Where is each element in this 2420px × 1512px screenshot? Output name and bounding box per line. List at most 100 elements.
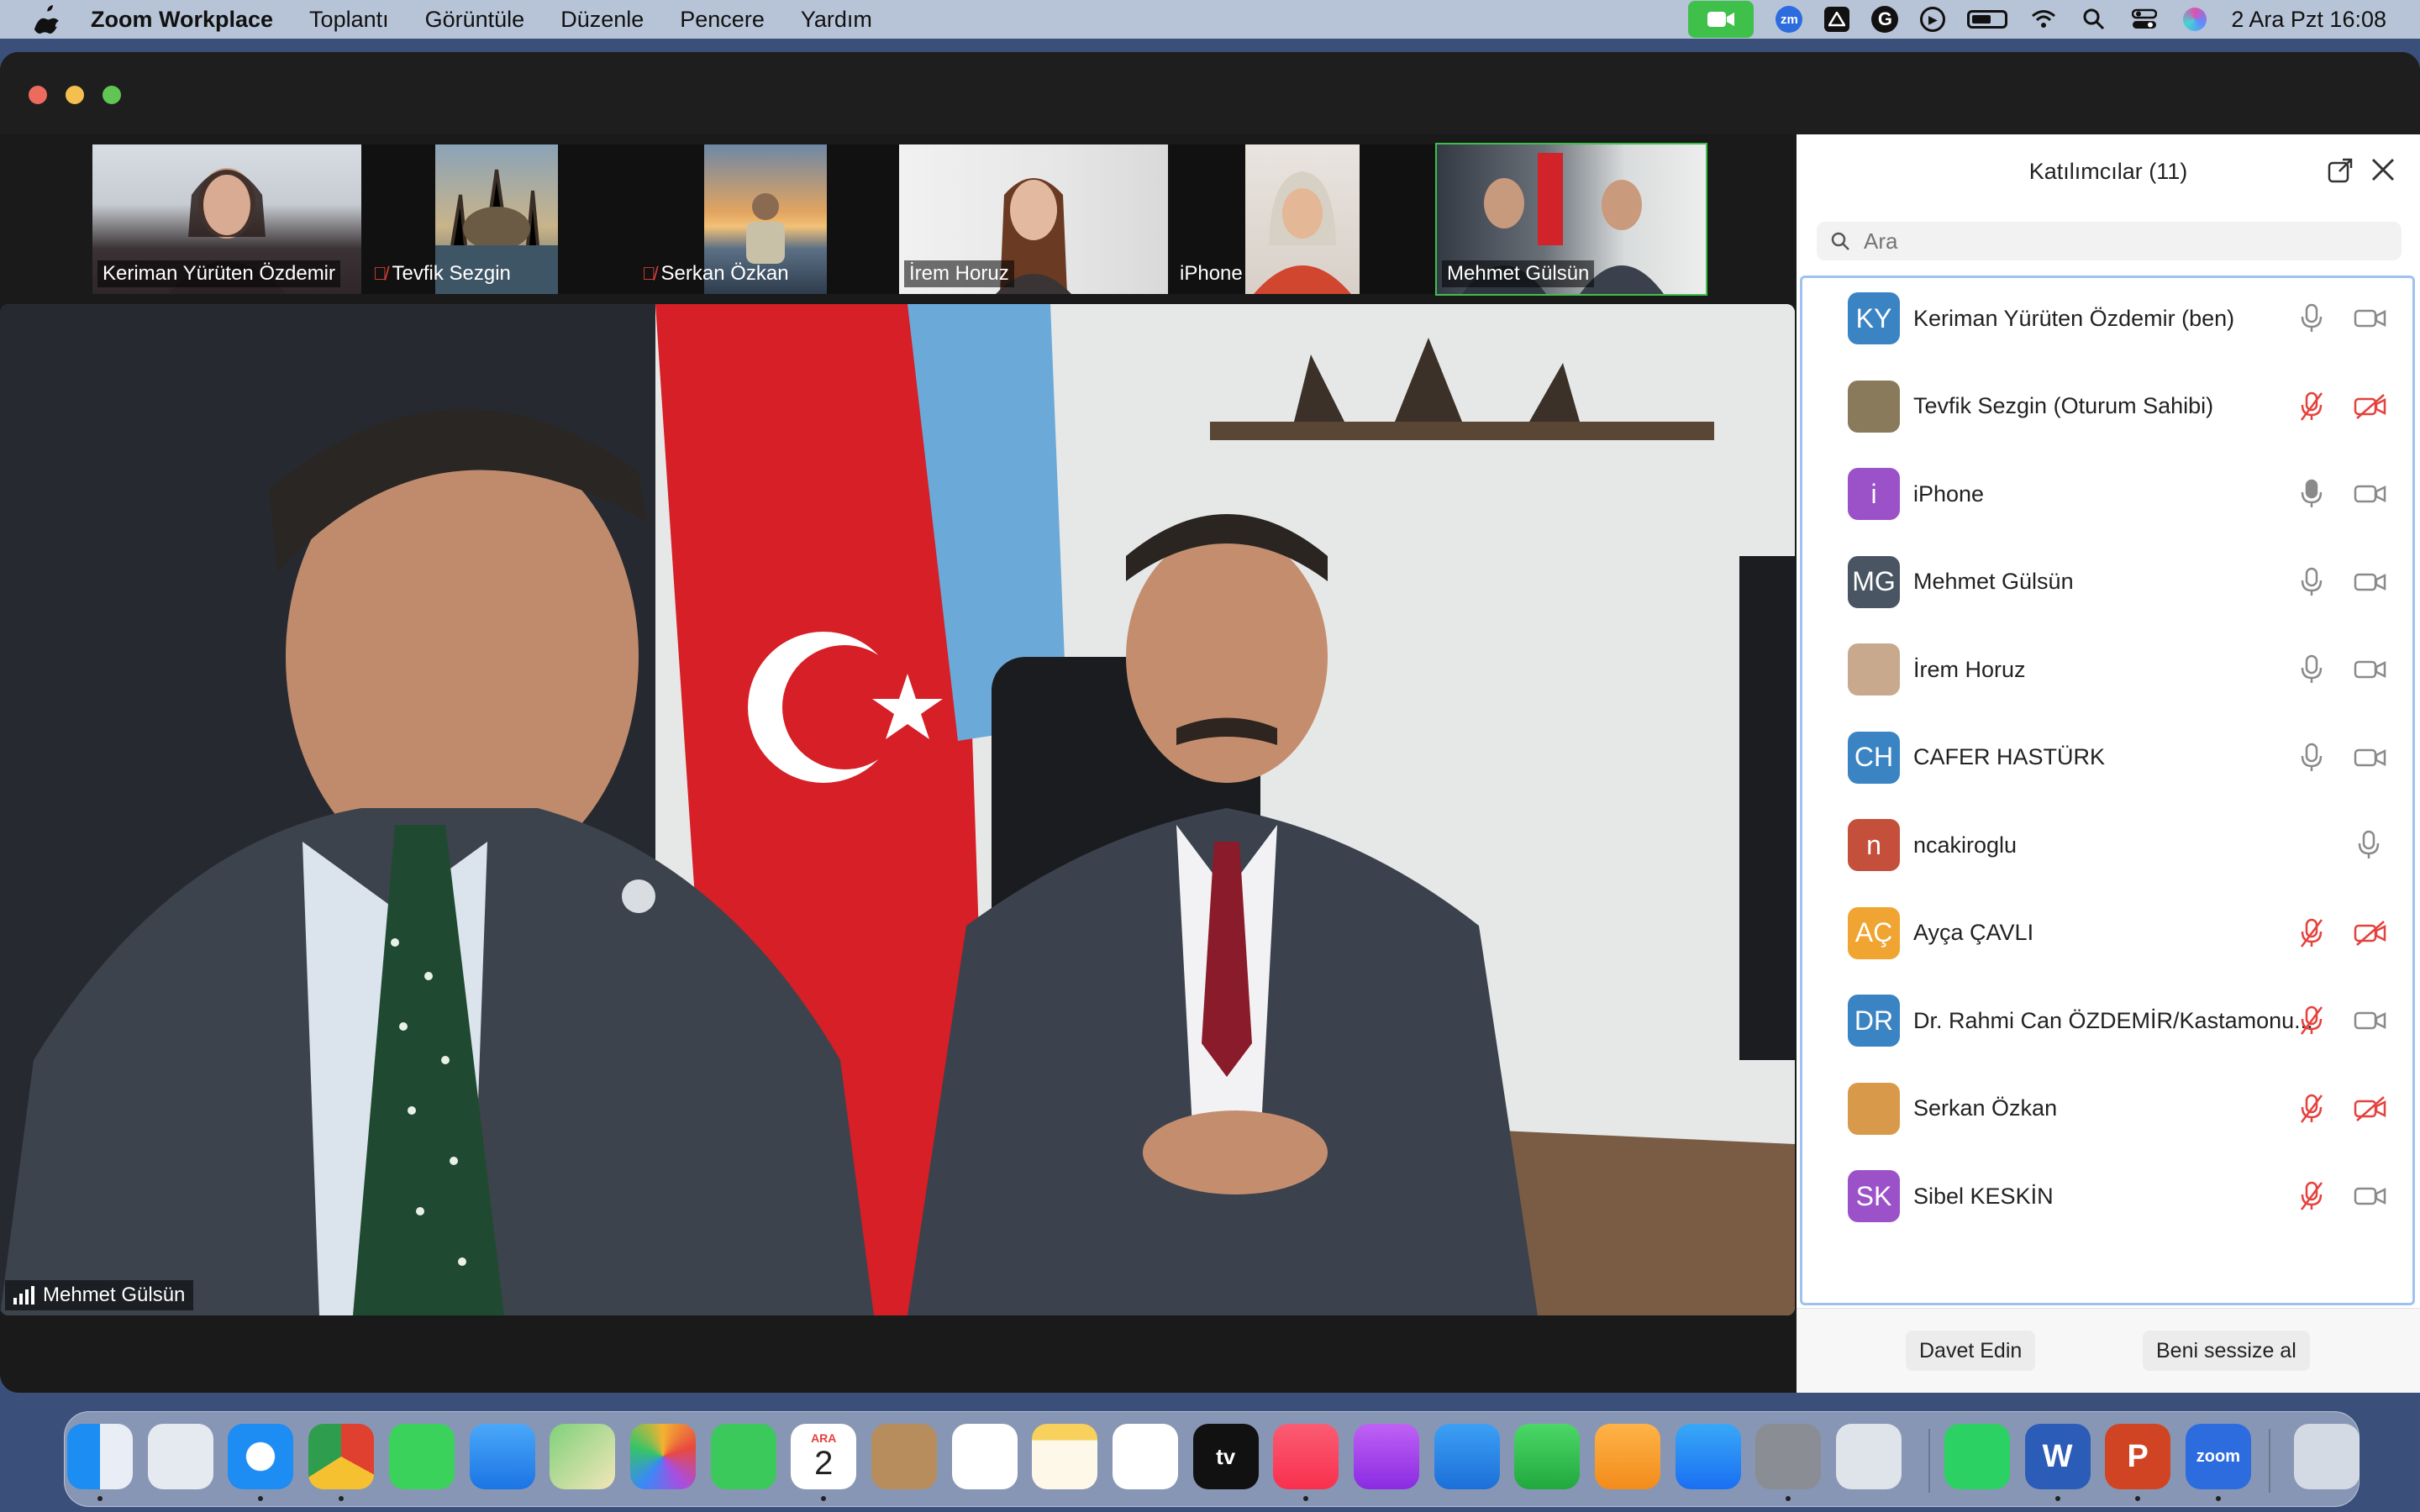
participant-row[interactable]: AÇ Ayça ÇAVLI (1802, 893, 2412, 974)
popout-icon[interactable] (2328, 158, 2353, 183)
contacts-icon[interactable] (871, 1424, 937, 1489)
freeform-icon[interactable] (1112, 1424, 1178, 1489)
mic-icon[interactable] (2298, 567, 2325, 597)
muted-mic-icon[interactable] (2298, 1094, 2325, 1124)
title-bar (0, 52, 2420, 134)
zm-icon[interactable]: zm (1776, 6, 1803, 33)
video-camera-icon[interactable] (2354, 1007, 2387, 1034)
finder-icon[interactable] (67, 1424, 134, 1489)
video-camera-icon[interactable] (2354, 305, 2387, 332)
participant-row[interactable]: MG Mehmet Gülsün (1802, 542, 2412, 622)
iphone-mirroring-icon[interactable] (1836, 1424, 1902, 1489)
zoom-video-icon[interactable] (1688, 1, 1754, 38)
video-off-icon[interactable] (2354, 1095, 2387, 1122)
participant-avatar: n (1848, 819, 1900, 871)
participant-row[interactable]: SK Sibel KESKİN (1802, 1156, 2412, 1236)
participant-row[interactable]: KY Keriman Yürüten Özdemir (ben) (1802, 278, 2412, 359)
video-camera-icon[interactable] (2354, 1183, 2387, 1210)
music-icon[interactable] (1273, 1424, 1339, 1489)
whatsapp-icon[interactable] (1944, 1424, 2010, 1489)
close-window-button[interactable] (29, 86, 47, 104)
mic-icon[interactable] (2298, 743, 2325, 773)
spotlight-search-icon[interactable] (2080, 8, 2108, 30)
muted-mic-icon[interactable] (2298, 391, 2325, 422)
chrome-icon[interactable] (308, 1424, 375, 1489)
menu-pencere[interactable]: Pencere (680, 7, 765, 33)
podcasts-icon[interactable] (1354, 1424, 1419, 1489)
minimize-window-button[interactable] (66, 86, 84, 104)
thumbnail-iphone[interactable]: iPhone (1168, 144, 1437, 294)
avatar-initials: DR (1854, 1005, 1894, 1036)
system-settings-icon[interactable] (1755, 1424, 1822, 1489)
muted-mic-icon[interactable] (2298, 1181, 2325, 1211)
participant-row[interactable]: İrem Horuz (1802, 629, 2412, 710)
grammarly-icon[interactable]: G (1871, 6, 1899, 33)
numbers-icon[interactable] (1514, 1424, 1581, 1489)
invite-button[interactable]: Davet Edin (1906, 1331, 2036, 1371)
avatar-initials: n (1866, 829, 1881, 860)
menu-toplanti[interactable]: Toplantı (309, 7, 389, 33)
mail-icon[interactable] (469, 1424, 535, 1489)
video-off-icon[interactable] (2354, 920, 2387, 947)
participant-row[interactable]: Tevfik Sezgin (Oturum Sahibi) (1802, 366, 2412, 447)
play-icon[interactable]: ▶ (1920, 7, 1946, 32)
running-indicator (258, 1496, 264, 1501)
participant-search-input[interactable] (1862, 227, 2370, 255)
siri-icon[interactable] (2181, 8, 2209, 31)
mic-icon[interactable] (2298, 654, 2325, 685)
notes-icon[interactable] (1032, 1424, 1098, 1489)
thumbnail-serkan[interactable]: 🎙̸ Serkan Özkan (630, 144, 899, 294)
messages-icon[interactable] (388, 1424, 455, 1489)
participant-row[interactable]: DR Dr. Rahmi Can ÖZDEMİR/Kastamonu... (1802, 980, 2412, 1061)
video-camera-icon[interactable] (2354, 656, 2387, 683)
apple-menu-icon[interactable] (34, 5, 59, 34)
trash-icon[interactable] (2293, 1424, 2360, 1489)
pages-icon[interactable] (1595, 1424, 1661, 1489)
menu-duzenle[interactable]: Düzenle (560, 7, 644, 33)
thumbnail-keriman[interactable]: Keriman Yürüten Özdemir (92, 144, 361, 294)
mic-icon[interactable] (2298, 479, 2325, 509)
launchpad-icon[interactable] (147, 1424, 213, 1489)
drive-icon[interactable] (1824, 7, 1850, 32)
calendar-icon[interactable]: ARA 2 (791, 1424, 857, 1489)
mic-icon[interactable] (2355, 830, 2382, 860)
video-camera-icon[interactable] (2354, 480, 2387, 507)
app-store-icon[interactable] (1675, 1424, 1741, 1489)
video-camera-icon[interactable] (2354, 744, 2387, 771)
participant-row[interactable]: Serkan Özkan (1802, 1068, 2412, 1149)
maps-icon[interactable] (550, 1424, 616, 1489)
control-center-icon[interactable] (2130, 8, 2159, 30)
menu-yardim[interactable]: Yardım (801, 7, 872, 33)
reminders-icon[interactable] (951, 1424, 1018, 1489)
powerpoint-icon[interactable]: P (2105, 1424, 2171, 1489)
participant-row[interactable]: CH CAFER HASTÜRK (1802, 717, 2412, 798)
app-menu-zoom[interactable]: Zoom Workplace (91, 7, 273, 33)
mute-me-button[interactable]: Beni sessize al (2143, 1331, 2310, 1371)
participant-search-box[interactable] (1817, 222, 2402, 260)
menu-goruntule[interactable]: Görüntüle (425, 7, 525, 33)
facetime-icon[interactable] (710, 1424, 776, 1489)
photos-icon[interactable] (629, 1424, 696, 1489)
thumbnail-irem[interactable]: İrem Horuz (899, 144, 1168, 294)
zoom-app-icon[interactable]: zoom (2185, 1424, 2251, 1489)
safari-icon[interactable] (228, 1424, 294, 1489)
participant-name: iPhone (1913, 480, 1985, 507)
wifi-icon[interactable] (2029, 9, 2058, 29)
keynote-icon[interactable] (1434, 1424, 1500, 1489)
thumbnail-mehmet-active-speaker[interactable]: Mehmet Gülsün (1435, 143, 1707, 296)
active-speaker-video[interactable]: Mehmet Gülsün (0, 304, 1795, 1315)
close-panel-icon[interactable] (2370, 156, 2396, 183)
fullscreen-window-button[interactable] (103, 86, 121, 104)
video-camera-icon[interactable] (2354, 569, 2387, 596)
thumbnail-tevfik[interactable]: 🎙̸ Tevfik Sezgin (361, 144, 630, 294)
participant-row[interactable]: n ncakiroglu (1802, 805, 2412, 885)
battery-icon[interactable] (1967, 10, 2008, 29)
muted-mic-icon[interactable] (2298, 1005, 2325, 1036)
menubar-clock[interactable]: 2 Ara Pzt 16:08 (2231, 7, 2386, 33)
tv-icon[interactable]: tv (1192, 1424, 1259, 1489)
video-off-icon[interactable] (2354, 393, 2387, 420)
participant-row[interactable]: i iPhone (1802, 454, 2412, 534)
mic-icon[interactable] (2298, 303, 2325, 333)
word-icon[interactable]: W (2024, 1424, 2091, 1489)
muted-mic-icon[interactable] (2298, 918, 2325, 948)
